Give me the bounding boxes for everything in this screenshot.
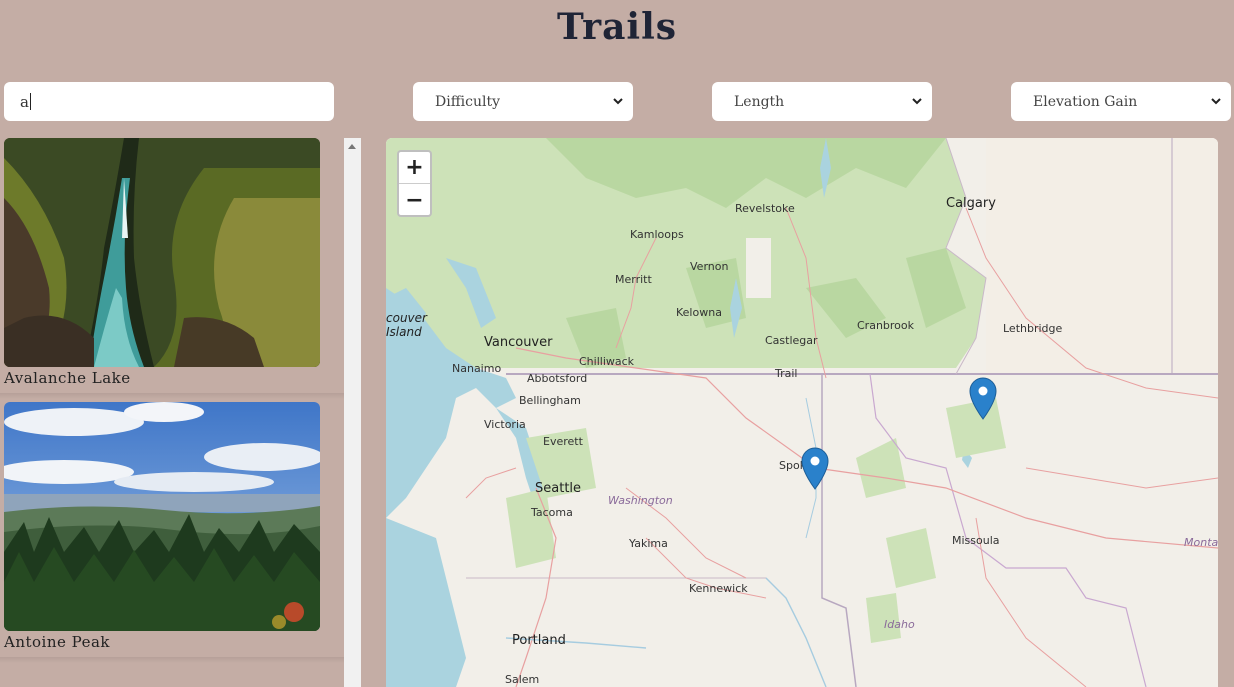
map-label-vancouver: Vancouver [484, 335, 553, 350]
card-divider [0, 393, 344, 399]
map-label-tacoma: Tacoma [531, 506, 573, 519]
difficulty-select[interactable]: Difficulty [413, 82, 633, 121]
map-label-abbotsford: Abbotsford [527, 372, 588, 385]
map-label-idaho: Idaho [884, 618, 915, 631]
zoom-control: + − [397, 150, 432, 217]
map-label-cranbrook: Cranbrook [857, 319, 915, 332]
scroll-up-arrow-icon[interactable] [348, 144, 356, 149]
map-label-montana: Montar [1184, 536, 1218, 549]
map-label-washington: Washington [608, 494, 673, 507]
length-select-value: Length [734, 93, 785, 110]
search-input-value: a [20, 92, 29, 111]
elevation-gain-select-value: Elevation Gain [1033, 93, 1138, 110]
zoom-out-button[interactable]: − [399, 184, 430, 215]
map-label-merritt: Merritt [615, 273, 652, 286]
map-label-kennewick: Kennewick [689, 582, 748, 595]
card-divider [0, 657, 344, 663]
trail-marker-antoine-peak[interactable] [800, 446, 830, 490]
trail-map[interactable]: + − Calgary Revelstoke Kamloops Merritt … [386, 138, 1218, 687]
trail-photo-antoine-peak[interactable] [4, 402, 320, 631]
map-label-vernon: Vernon [690, 260, 729, 273]
map-label-chilliwack: Chilliwack [579, 355, 635, 368]
trail-name[interactable]: Antoine Peak [4, 633, 110, 651]
map-label-calgary: Calgary [946, 196, 996, 211]
map-label-missoula: Missoula [952, 534, 1000, 547]
search-input[interactable]: a [4, 82, 334, 121]
map-label-trail: Trail [775, 367, 798, 380]
length-select[interactable]: Length [712, 82, 932, 121]
map-label-bellingham: Bellingham [519, 394, 581, 407]
chevron-down-icon [613, 98, 623, 105]
map-label-lethbridge: Lethbridge [1003, 322, 1063, 335]
map-label-kamloops: Kamloops [630, 228, 684, 241]
chevron-down-icon [912, 98, 922, 105]
map-label-castlegar: Castlegar [765, 334, 818, 347]
page-title: Trails [556, 6, 678, 48]
map-label-vancouver-island: couver Island [386, 311, 427, 339]
map-tiles[interactable] [386, 138, 1218, 687]
map-label-salem: Salem [505, 673, 540, 686]
chevron-down-icon [1211, 98, 1221, 105]
map-label-nanaimo: Nanaimo [452, 362, 502, 375]
map-label-seattle: Seattle [535, 481, 582, 496]
map-label-portland: Portland [512, 633, 566, 648]
map-label-everett: Everett [543, 435, 583, 448]
trail-marker-avalanche-lake[interactable] [968, 376, 998, 420]
zoom-in-button[interactable]: + [399, 152, 430, 184]
text-caret [29, 93, 31, 110]
elevation-gain-select[interactable]: Elevation Gain [1011, 82, 1231, 121]
map-label-kelowna: Kelowna [676, 306, 722, 319]
trail-list: Avalanche Lake Antoine Peak [0, 138, 344, 687]
map-label-victoria: Victoria [484, 418, 526, 431]
trail-name[interactable]: Avalanche Lake [4, 369, 131, 387]
difficulty-select-value: Difficulty [435, 93, 500, 110]
map-label-revelstoke: Revelstoke [735, 202, 795, 215]
trail-list-scrollbar[interactable] [344, 138, 361, 687]
map-label-yakima: Yakima [629, 537, 668, 550]
trail-photo-avalanche-lake[interactable] [4, 138, 320, 367]
